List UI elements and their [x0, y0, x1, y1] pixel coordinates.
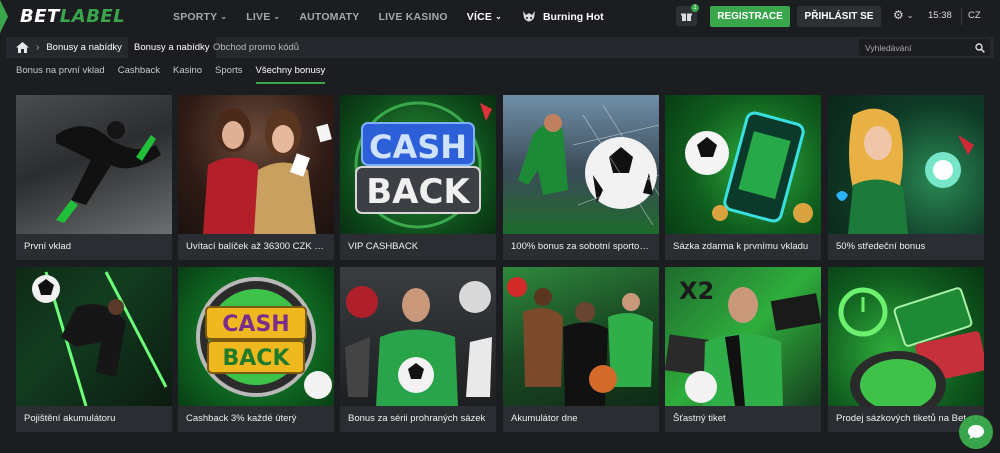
- cashback-neon-image: CASH BACK: [340, 95, 496, 234]
- chevron-down-icon: ⌄: [273, 12, 281, 21]
- logo-stripe: [0, 0, 8, 33]
- bonus-card-title: Sázka zdarma k prvnímu vkladu: [673, 241, 809, 252]
- bonus-card[interactable]: Uvítací balíček až 36300 CZK + 1...: [178, 95, 334, 260]
- svg-text:CASH: CASH: [222, 312, 289, 337]
- tab-all-bonuses[interactable]: Všechny bonusy: [255, 64, 326, 84]
- svg-text:BACK: BACK: [366, 172, 471, 212]
- bonus-card-title: 50% středeční bonus: [836, 241, 926, 252]
- settings-button[interactable]: ⚙ ⌄: [893, 8, 913, 22]
- bonus-card-title: Akumulátor dne: [511, 413, 578, 424]
- magic-lady-image: [828, 95, 984, 234]
- tab-cashback[interactable]: Cashback: [118, 64, 160, 84]
- bonus-card[interactable]: Prodej sázkových tiketů na BetLa...: [828, 267, 984, 432]
- nav-label: LIVE: [246, 10, 271, 23]
- svg-text:CASH: CASH: [369, 128, 467, 166]
- breadcrumb-item[interactable]: Bonusy a nabídky: [46, 42, 122, 53]
- bonus-card[interactable]: CASH BACK Cashback 3% každé úterý: [178, 267, 334, 432]
- nav-label: AUTOMATY: [299, 10, 360, 23]
- logo-text-bet: BET: [20, 6, 60, 27]
- svg-text:X2: X2: [679, 277, 714, 305]
- football-player-image: [16, 95, 172, 234]
- nav-label: LIVE KASINO: [378, 10, 448, 23]
- ticket-clock-image: [828, 267, 984, 406]
- bonus-card-title: První vklad: [24, 241, 71, 252]
- bonus-card[interactable]: První vklad: [16, 95, 172, 260]
- tab-first-deposit[interactable]: Bonus na první vklad: [16, 64, 105, 84]
- chevron-down-icon: ⌄: [495, 12, 502, 21]
- chevron-down-icon: ⌄: [906, 10, 914, 20]
- gift-icon: [681, 13, 692, 21]
- search-placeholder: Vyhledávání: [865, 42, 912, 53]
- bonus-card-title: Cashback 3% každé úterý: [186, 413, 297, 424]
- main-nav: SPORTY ⌄ LIVE ⌄ AUTOMATY LIVE KASINO VÍCE ⌄…: [173, 0, 604, 33]
- gift-button[interactable]: 1: [676, 4, 699, 26]
- devil-icon: [522, 10, 535, 21]
- tab-promo-codes[interactable]: Obchod promo kódů: [213, 37, 299, 58]
- burning-hot-link[interactable]: Burning Hot: [521, 9, 604, 25]
- home-icon[interactable]: [16, 42, 29, 53]
- bonus-card-title: 100% bonus za sobotní sportovn...: [511, 241, 651, 252]
- site-logo[interactable]: BETLABEL: [20, 6, 125, 27]
- nav-label: SPORTY: [173, 10, 218, 23]
- soccer-goal-image: [503, 95, 659, 234]
- chevron-down-icon: ⌄: [220, 12, 228, 21]
- gift-badge: 1: [691, 4, 699, 12]
- sports-team-image: [340, 267, 496, 406]
- football-kick-image: [16, 267, 172, 406]
- nav-automaty[interactable]: AUTOMATY: [299, 0, 359, 33]
- gear-icon: ⚙: [893, 8, 904, 22]
- tab-bonusy[interactable]: Bonusy a nabídky: [128, 37, 216, 58]
- chat-button[interactable]: [959, 415, 993, 449]
- language-selector[interactable]: CZ: [968, 10, 981, 21]
- bonus-card-title: Pojištění akumulátoru: [24, 413, 116, 424]
- nav-label: VÍCE: [466, 10, 493, 23]
- phone-football-image: [665, 95, 821, 234]
- bonus-card[interactable]: CASH BACK VIP CASHBACK: [340, 95, 496, 260]
- bonus-card[interactable]: Akumulátor dne: [503, 267, 659, 432]
- nav-vice[interactable]: VÍCE ⌄: [467, 0, 502, 33]
- lucky-fan-image: X2: [665, 267, 821, 406]
- chat-icon: [968, 425, 984, 439]
- bonus-card[interactable]: Pojištění akumulátoru: [16, 267, 172, 432]
- bonus-card[interactable]: Bonus za sérii prohraných sázek: [340, 267, 496, 432]
- bonus-card[interactable]: Sázka zdarma k prvnímu vkladu: [665, 95, 821, 260]
- search-icon[interactable]: [975, 42, 985, 53]
- bonus-card[interactable]: X2 Šťastný tiket: [665, 267, 821, 432]
- nav-sporty[interactable]: SPORTY ⌄: [173, 0, 227, 33]
- bonus-card-title: Bonus za sérii prohraných sázek: [348, 413, 486, 424]
- bonus-card[interactable]: 50% středeční bonus: [828, 95, 984, 260]
- nav-live-kasino[interactable]: LIVE KASINO: [378, 0, 447, 33]
- casino-girls-image: [178, 95, 334, 234]
- chevron-right-icon: ›: [36, 42, 40, 53]
- bonus-card-title: Šťastný tiket: [673, 413, 726, 424]
- breadcrumb: › Bonusy a nabídky Bonusy a nabídky Obch…: [6, 37, 994, 58]
- tab-casino[interactable]: Kasino: [173, 64, 202, 84]
- divider: [961, 8, 962, 25]
- bonus-card-title: Prodej sázkových tiketů na BetLa...: [836, 413, 976, 424]
- svg-text:BACK: BACK: [223, 346, 291, 371]
- search-input[interactable]: Vyhledávání: [859, 39, 990, 56]
- clock-time: 15:38: [928, 10, 952, 21]
- bonus-card-title: VIP CASHBACK: [348, 241, 419, 252]
- athletes-image: [503, 267, 659, 406]
- bonus-category-tabs: Bonus na první vklad Cashback Kasino Spo…: [16, 64, 338, 84]
- nav-live[interactable]: LIVE ⌄: [246, 0, 280, 33]
- logo-text-label: LABEL: [59, 6, 126, 27]
- register-button[interactable]: REGISTRACE: [710, 6, 790, 27]
- top-header: BETLABEL SPORTY ⌄ LIVE ⌄ AUTOMATY LIVE KAS…: [0, 0, 1000, 33]
- tab-sports[interactable]: Sports: [215, 64, 242, 84]
- cashback-gold-image: CASH BACK: [178, 267, 334, 406]
- bonus-card-title: Uvítací balíček až 36300 CZK + 1...: [186, 241, 326, 252]
- burning-hot-label: Burning Hot: [542, 10, 604, 23]
- login-button[interactable]: PŘIHLÁSIT SE: [797, 6, 881, 27]
- bonus-card[interactable]: 100% bonus za sobotní sportovn...: [503, 95, 659, 260]
